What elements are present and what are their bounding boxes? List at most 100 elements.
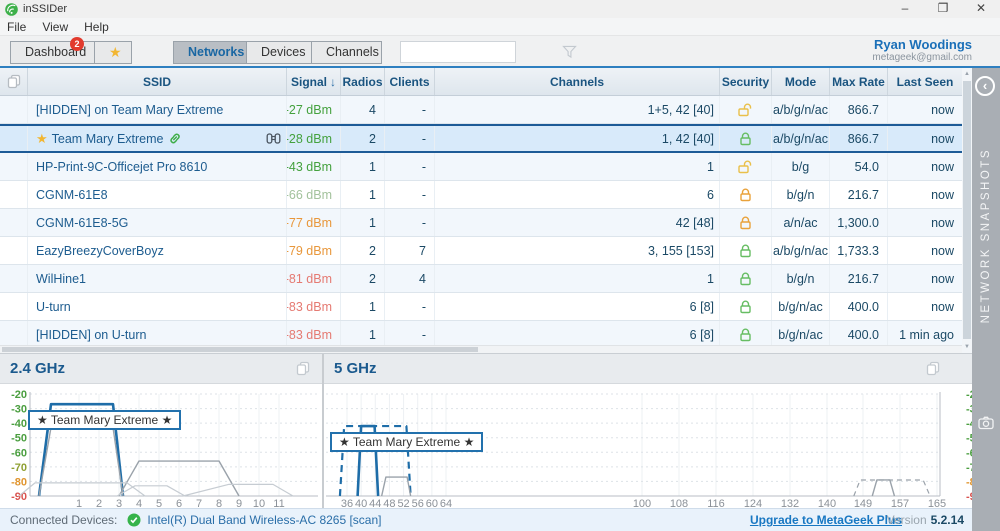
lock-closed-icon [739, 188, 752, 202]
snapshot-camera-icon[interactable] [978, 416, 994, 433]
network-snapshots-panel[interactable]: ‹ NETWORK SNAPSHOTS [972, 68, 1000, 531]
signal-cell: -81 dBm [287, 265, 341, 292]
wireless-adapter-name: Intel(R) Dual Band Wireless-AC 8265 [sca… [147, 513, 381, 527]
lastseen-cell: now [888, 209, 962, 236]
copy-chart-5ghz-button[interactable] [926, 361, 940, 379]
maxrate-cell: 216.7 [830, 181, 888, 208]
chart-2-4ghz-plot: ★ Team Mary Extreme ★ -20-30-40-50-60-70… [0, 384, 322, 509]
version-info: Version5.2.14 [887, 513, 964, 527]
column-header-mode[interactable]: Mode [772, 68, 830, 95]
security-cell [720, 96, 772, 123]
channels-cell: 6 [8] [435, 293, 720, 320]
clients-cell: 7 [385, 237, 435, 264]
column-header-security[interactable]: Security [720, 68, 772, 95]
column-header-ssid[interactable]: SSID [28, 68, 287, 95]
minimize-button[interactable]: – [886, 0, 924, 18]
lastseen-cell: 1 min ago [888, 321, 962, 345]
table-row[interactable]: ★Team Mary Extreme-28 dBm2-1, 42 [40]a/b… [0, 124, 962, 153]
network-callout-5ghz[interactable]: ★ Team Mary Extreme ★ [330, 432, 483, 452]
column-header-radios[interactable]: Radios [341, 68, 385, 95]
ssid-text: EazyBreezyCoverBoyz [36, 244, 164, 258]
clients-cell: - [385, 126, 435, 151]
lastseen-cell: now [888, 237, 962, 264]
user-account[interactable]: Ryan Woodings metageek@gmail.com [872, 37, 972, 63]
maxrate-cell: 1,733.3 [830, 237, 888, 264]
row-icon-cell [0, 293, 28, 320]
column-header-maxrate[interactable]: Max Rate [830, 68, 888, 95]
network-callout-2-4ghz[interactable]: ★ Team Mary Extreme ★ [28, 410, 181, 430]
lastseen-cell: now [888, 96, 962, 123]
vertical-scroll-thumb[interactable] [963, 81, 971, 339]
maxrate-cell: 866.7 [830, 96, 888, 123]
channels-cell: 6 [8] [435, 321, 720, 345]
table-row[interactable]: HP-Print-9C-Officejet Pro 8610-43 dBm1-1… [0, 153, 962, 181]
link-icon [168, 132, 182, 145]
ssid-text: Team Mary Extreme [52, 132, 164, 146]
radios-cell: 1 [341, 321, 385, 345]
radios-cell: 1 [341, 153, 385, 180]
row-icon-cell [0, 96, 28, 123]
lastseen-cell: now [888, 126, 962, 151]
column-header-clients[interactable]: Clients [385, 68, 435, 95]
horizontal-scroll-thumb[interactable] [2, 347, 478, 352]
column-header-lastseen[interactable]: Last Seen [888, 68, 962, 95]
ssid-text: [HIDDEN] on Team Mary Extreme [36, 103, 223, 117]
security-cell [720, 321, 772, 345]
menu-view[interactable]: View [42, 20, 68, 34]
panel-expand-chevron-icon[interactable]: ‹ [975, 76, 995, 96]
scroll-up-icon[interactable]: ▲ [962, 71, 972, 77]
mode-cell: b/g/n/ac [772, 293, 830, 320]
radios-cell: 1 [341, 181, 385, 208]
mode-cell: b/g/n/ac [772, 321, 830, 345]
table-row[interactable]: [HIDDEN] on Team Mary Extreme-27 dBm4-1+… [0, 96, 962, 124]
table-row[interactable]: U-turn-83 dBm1-6 [8]b/g/n/ac400.0now [0, 293, 962, 321]
lastseen-cell: now [888, 181, 962, 208]
security-cell [720, 293, 772, 320]
copy-chart-2-4ghz-button[interactable] [296, 361, 310, 379]
menu-help[interactable]: Help [84, 20, 109, 34]
signal-cell: -66 dBm [287, 181, 341, 208]
menu-file[interactable]: File [7, 20, 26, 34]
ssid-text: WilHine1 [36, 272, 86, 286]
lock-closed-icon [739, 328, 752, 342]
maximize-button[interactable]: ❐ [924, 0, 962, 18]
clients-cell: - [385, 181, 435, 208]
filter-searchbox[interactable] [400, 41, 516, 63]
clients-cell: - [385, 293, 435, 320]
table-row[interactable]: EazyBreezyCoverBoyz-79 dBm273, 155 [153]… [0, 237, 962, 265]
table-row[interactable]: CGNM-61E8-5G-77 dBm1-42 [48]a/n/ac1,300.… [0, 209, 962, 237]
version-label: Version [887, 513, 927, 527]
signal-cell: -43 dBm [287, 153, 341, 180]
filter-funnel-icon [562, 45, 577, 59]
lock-closed-icon [739, 244, 752, 258]
spectrum-charts: 2.4 GHz ★ Team Mary Extreme ★ -20-30-40-… [0, 353, 972, 508]
lock-open-icon [738, 103, 753, 117]
tab-networks[interactable]: Networks [174, 42, 247, 63]
user-email: metageek@gmail.com [872, 52, 972, 63]
column-header-channels[interactable]: Channels [435, 68, 720, 95]
svg-text:-30: -30 [11, 404, 27, 416]
favorites-star-button[interactable]: ★ [95, 42, 131, 63]
clients-cell: 4 [385, 265, 435, 292]
networks-table: SSID Signal↓ Radios Clients Channels Sec… [0, 68, 962, 345]
tab-channels[interactable]: Channels [312, 42, 381, 63]
close-button[interactable]: ✕ [962, 0, 1000, 18]
chart-2-4ghz-svg: -20-30-40-50-60-70-80-901234567891011 [0, 384, 322, 509]
scroll-down-icon[interactable]: ▼ [962, 344, 972, 350]
upgrade-link[interactable]: Upgrade to MetaGeek Plus [750, 513, 902, 527]
table-row[interactable]: CGNM-61E8-66 dBm1-6b/g/n216.7now [0, 181, 962, 209]
table-horizontal-scrollbar[interactable] [0, 345, 962, 353]
table-row[interactable]: [HIDDEN] on U-turn-83 dBm1-6 [8]b/g/n/ac… [0, 321, 962, 345]
table-row[interactable]: WilHine1-81 dBm241b/g/n216.7now [0, 265, 962, 293]
svg-text:-50: -50 [11, 433, 27, 445]
signal-cell: -83 dBm [287, 321, 341, 345]
row-icon-cell [0, 181, 28, 208]
row-icon-cell [0, 153, 28, 180]
column-header-signal[interactable]: Signal↓ [287, 68, 341, 95]
signal-cell: -79 dBm [287, 237, 341, 264]
copy-table-button[interactable] [0, 68, 28, 95]
tab-devices[interactable]: Devices [247, 42, 312, 63]
toolbar: Dashboard ★ 2 Networks Devices Channels … [0, 36, 1000, 66]
table-vertical-scrollbar[interactable]: ▲ ▼ [962, 68, 972, 353]
filter-input[interactable] [401, 43, 562, 61]
